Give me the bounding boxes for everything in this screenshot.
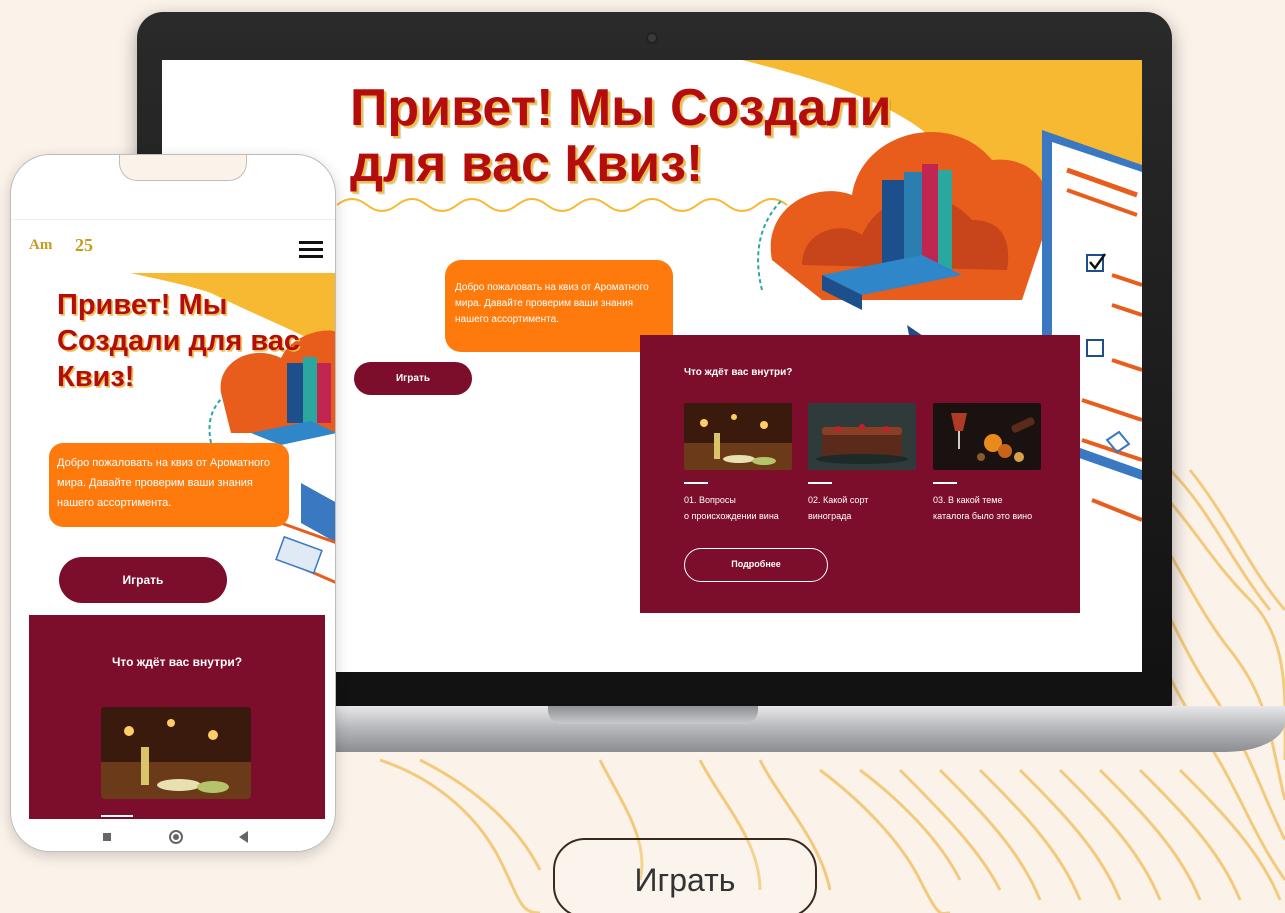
phone-play-button[interactable]: Играть (59, 557, 227, 603)
laptop-hinge-notch (548, 706, 758, 724)
back-triangle-icon[interactable] (239, 831, 248, 843)
laptop-more-button[interactable]: Подробнее (684, 548, 828, 582)
laptop-item-label: 02. Какой сорт винограда (808, 495, 869, 521)
laptop-item-label: 03. В какой теме каталога было это вино (933, 495, 1033, 521)
laptop-inside-card: Что ждёт вас внутри? 01. Вопросы о проис… (640, 335, 1080, 613)
laptop-play-button[interactable]: Играть (354, 362, 472, 395)
laptop-card-item-2: 02. Какой сорт винограда (808, 403, 916, 524)
home-circle-icon[interactable] (169, 830, 183, 844)
phone-notch (119, 155, 247, 181)
wine-cellar-photo (101, 707, 251, 799)
laptop-camera (646, 32, 658, 44)
laptop-card-item-3: 03. В какой теме каталога было это вино (933, 403, 1041, 524)
laptop-welcome-bubble: Добро пожаловать на квиз от Ароматного м… (445, 260, 673, 352)
laptop-item-divider (808, 482, 832, 484)
phone-nav-bar (11, 819, 335, 851)
phone-item-divider (101, 815, 133, 817)
mockup-stage: Привет! Мы Создали для вас Квиз! Добро п… (0, 0, 1285, 913)
laptop-hero-title: Привет! Мы Создали для вас Квиз! (350, 79, 892, 193)
phone-inside-card: Что ждёт вас внутри? (29, 615, 325, 825)
wine-cellar-photo (684, 403, 792, 470)
laptop-item-label: 01. Вопросы о происхождении вина (684, 495, 779, 521)
laptop-item-divider (684, 482, 708, 484)
am-logo[interactable]: Am (29, 237, 52, 254)
phone-card-title: Что ждёт вас внутри? (111, 655, 243, 669)
square-icon[interactable] (103, 833, 111, 841)
laptop-item-divider (933, 482, 957, 484)
phone-frame: Am 25 Привет! Мы Создали для вас Квиз! Д… (10, 154, 336, 852)
hamburger-icon[interactable] (299, 241, 323, 258)
anniversary-logo: 25 (75, 235, 93, 255)
wine-snacks-photo (933, 403, 1041, 470)
main-play-button[interactable]: Играть (553, 838, 817, 913)
laptop-card-item-1: 01. Вопросы о происхождении вина (684, 403, 792, 524)
cake-photo (808, 403, 916, 470)
laptop-card-title: Что ждёт вас внутри? (684, 367, 793, 378)
phone-header-divider (11, 219, 335, 220)
phone-hero-title: Привет! Мы Создали для вас Квиз! (57, 289, 301, 393)
phone-welcome-bubble: Добро пожаловать на квиз от Ароматного м… (49, 443, 289, 527)
